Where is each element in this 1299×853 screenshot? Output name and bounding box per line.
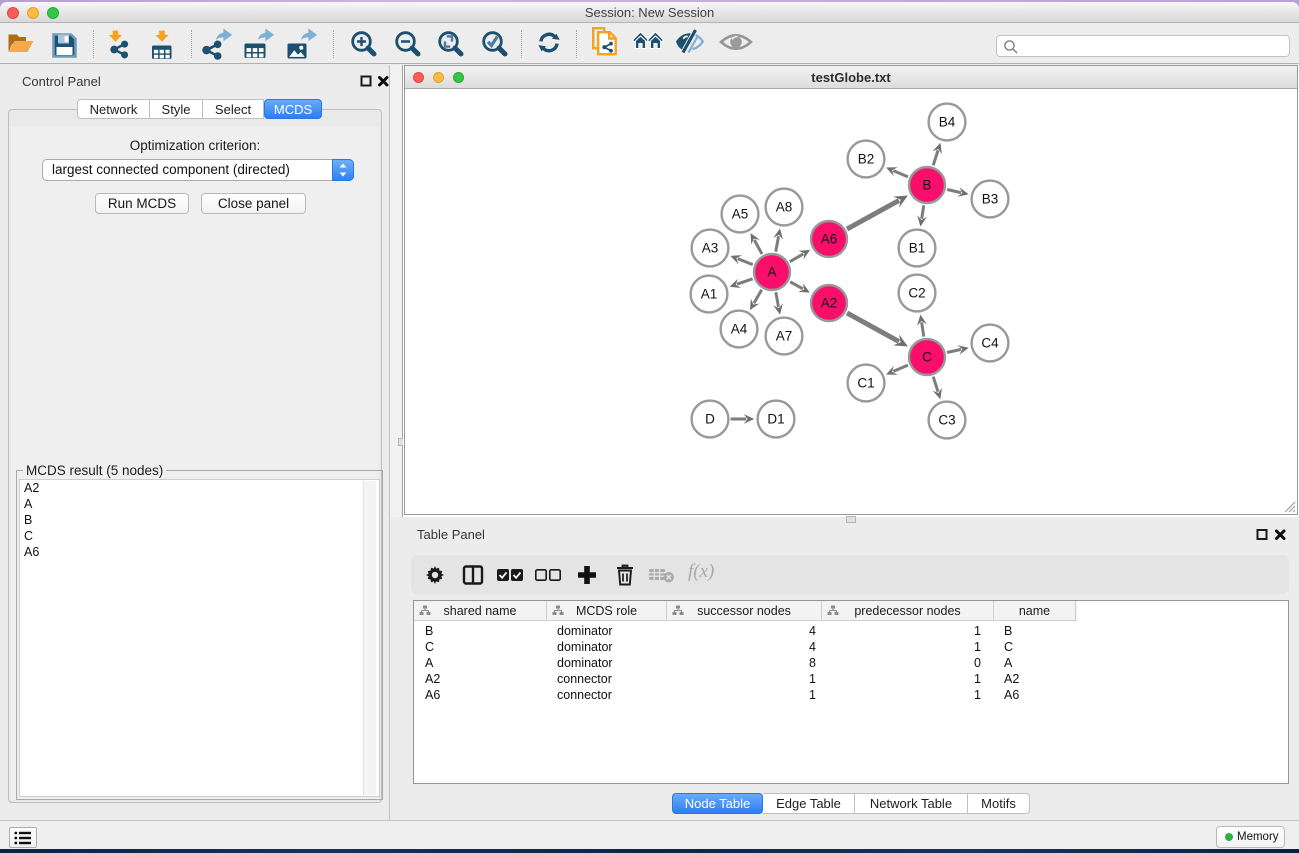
svg-text:A5: A5 [732, 207, 749, 222]
svg-text:C4: C4 [981, 336, 999, 351]
svg-text:C: C [922, 350, 932, 365]
svg-text:B: B [922, 178, 931, 193]
svg-text:D1: D1 [767, 412, 784, 427]
svg-text:D: D [705, 412, 715, 427]
svg-text:C2: C2 [908, 286, 925, 301]
svg-text:A8: A8 [776, 200, 793, 215]
svg-text:A3: A3 [702, 241, 719, 256]
svg-text:A1: A1 [701, 287, 718, 302]
svg-text:A6: A6 [821, 232, 838, 247]
svg-text:B3: B3 [982, 192, 999, 207]
svg-text:B1: B1 [909, 241, 926, 256]
svg-text:B2: B2 [858, 152, 875, 167]
svg-text:A4: A4 [731, 322, 748, 337]
svg-text:C3: C3 [938, 413, 955, 428]
svg-text:A7: A7 [776, 329, 793, 344]
svg-text:A: A [767, 265, 776, 280]
svg-text:B4: B4 [939, 115, 956, 130]
svg-text:C1: C1 [857, 376, 874, 391]
svg-text:A2: A2 [821, 296, 838, 311]
